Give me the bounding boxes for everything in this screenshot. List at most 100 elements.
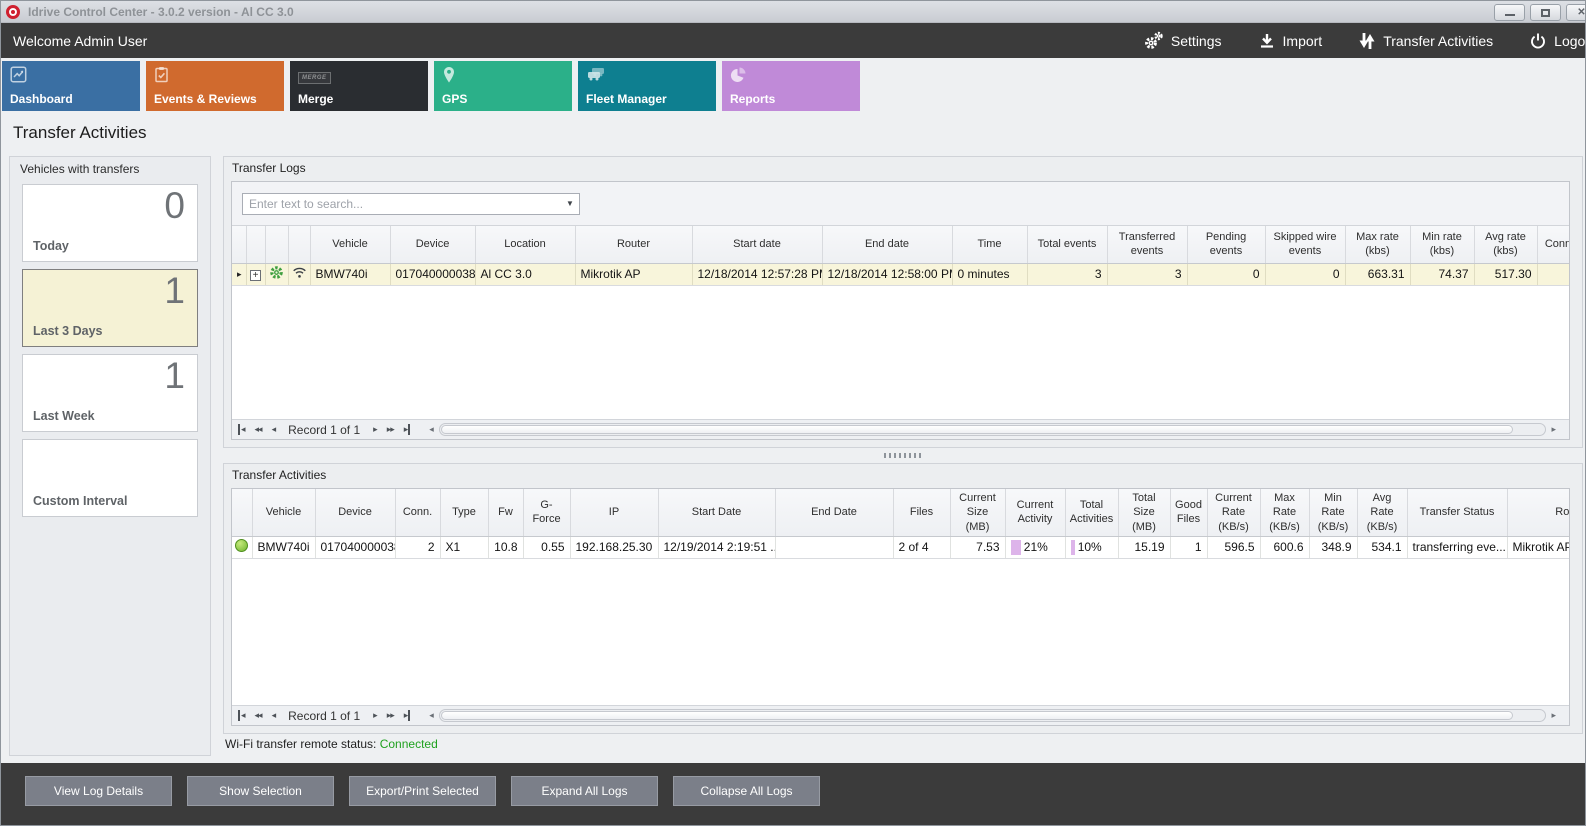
col-avg-rate[interactable]: Avg Rate (KB/s) [1357, 489, 1407, 536]
col-time[interactable]: Time [952, 226, 1027, 263]
scrollbar-thumb[interactable] [441, 711, 1514, 720]
interval-card-last-week[interactable]: 1 Last Week [22, 354, 198, 432]
prev-page-button[interactable]: ◂◂ [250, 424, 267, 435]
nav-tile-fleet-manager[interactable]: Fleet Manager [578, 61, 716, 111]
col-end-date[interactable]: End date [822, 226, 952, 263]
col-router[interactable]: Router [575, 226, 692, 263]
next-record-button[interactable]: ▸ [368, 424, 382, 435]
next-page-button[interactable]: ▸▸ [382, 424, 399, 435]
horizontal-scrollbar[interactable]: ◂ ▸ [424, 423, 1561, 436]
scroll-left-icon[interactable]: ◂ [424, 710, 439, 721]
next-record-button[interactable]: ▸ [368, 710, 382, 721]
nav-tile-events-reviews[interactable]: Events & Reviews [146, 61, 284, 111]
combo-dropdown-button[interactable]: ▼ [561, 199, 579, 208]
horizontal-scrollbar[interactable]: ◂ ▸ [424, 709, 1561, 722]
col-files[interactable]: Files [893, 489, 950, 536]
interval-card-custom-interval[interactable]: Custom Interval [22, 439, 198, 517]
col-max-rate[interactable]: Max Rate (KB/s) [1260, 489, 1309, 536]
transfer-activities-button[interactable]: Transfer Activities [1358, 31, 1493, 51]
col-vehicle[interactable]: Vehicle [252, 489, 315, 536]
scrollbar-track[interactable] [439, 423, 1547, 436]
wifi-transfer-status: Wi-Fi transfer remote status: Connected [225, 737, 438, 751]
col-device[interactable]: Device [390, 226, 475, 263]
cell-start-date: 12/19/2014 2:19:51 ... [658, 536, 775, 558]
col-vehicle[interactable]: Vehicle [310, 226, 390, 263]
expand-all-logs-button[interactable]: Expand All Logs [511, 776, 658, 806]
col-ip[interactable]: IP [570, 489, 658, 536]
col-g-force[interactable]: G-Force [523, 489, 570, 536]
col-type[interactable]: Type [440, 489, 488, 536]
col-end-date[interactable]: End Date [775, 489, 893, 536]
expand-icon[interactable]: + [250, 270, 261, 281]
minimize-button[interactable] [1494, 4, 1525, 21]
col-start-date[interactable]: Start Date [658, 489, 775, 536]
col-fw[interactable]: Fw [488, 489, 523, 536]
col-max-rate[interactable]: Max rate (kbs) [1345, 226, 1410, 263]
online-status-icon [235, 539, 248, 552]
col-location[interactable]: Location [475, 226, 575, 263]
logout-label: Logout [1554, 33, 1586, 49]
current-activity-progressbar: 21% [1011, 540, 1060, 555]
col-avg-rate[interactable]: Avg rate (kbs) [1474, 226, 1537, 263]
view-log-details-button[interactable]: View Log Details [25, 776, 172, 806]
next-page-button[interactable]: ▸▸ [382, 710, 399, 721]
scroll-left-icon[interactable]: ◂ [424, 424, 439, 435]
close-button[interactable]: ✕ [1566, 4, 1586, 21]
wifi-status-value: Connected [380, 737, 438, 751]
cell-fw: 10.8 [488, 536, 523, 558]
col-current-rate[interactable]: Current Rate (KB/s) [1207, 489, 1260, 536]
transfer-activity-row[interactable]: BMW740i 017040000038 2 X1 10.8 0.55 192.… [232, 536, 1570, 558]
panel-splitter[interactable] [223, 451, 1583, 460]
import-button[interactable]: Import [1258, 32, 1323, 50]
col-transfer-status[interactable]: Transfer Status [1407, 489, 1507, 536]
col-transferred-events[interactable]: Transferred events [1107, 226, 1187, 263]
prev-page-button[interactable]: ◂◂ [250, 710, 267, 721]
expand-cell[interactable]: + [246, 263, 265, 285]
interval-card-last-3-days[interactable]: 1 Last 3 Days [22, 269, 198, 347]
col-total-size[interactable]: Total Size (MB) [1118, 489, 1170, 536]
close-icon: ✕ [1577, 7, 1585, 18]
col-device[interactable]: Device [315, 489, 395, 536]
app-icon [6, 5, 20, 19]
maximize-button[interactable] [1530, 4, 1561, 21]
scrollbar-track[interactable] [439, 709, 1547, 722]
col-current-activity[interactable]: Current Activity [1005, 489, 1065, 536]
prev-record-button[interactable]: ◂ [267, 710, 281, 721]
col-min-rate[interactable]: Min rate (kbs) [1410, 226, 1474, 263]
transfer-activities-panel: Transfer Activities Vehicle Device Conn.… [223, 463, 1583, 734]
col-total-events[interactable]: Total events [1027, 226, 1107, 263]
scrollbar-thumb[interactable] [441, 425, 1514, 434]
col-current-size[interactable]: Current Size (MB) [950, 489, 1005, 536]
first-record-button[interactable]: ◂ [238, 710, 250, 721]
col-total-activities[interactable]: Total Activities [1065, 489, 1118, 536]
nav-tile-dashboard-label: Dashboard [10, 92, 73, 106]
col-min-rate[interactable]: Min Rate (KB/s) [1309, 489, 1357, 536]
prev-record-button[interactable]: ◂ [267, 424, 281, 435]
col-router[interactable]: Rout [1507, 489, 1570, 536]
nav-tile-dashboard[interactable]: Dashboard [2, 61, 140, 111]
search-input[interactable] [243, 197, 561, 211]
col-pending-events[interactable]: Pending events [1187, 226, 1265, 263]
last-record-button[interactable]: ▸ [399, 710, 411, 721]
transfer-log-row[interactable]: ▸ + BMW74 [232, 263, 1570, 285]
export-print-selected-button[interactable]: Export/Print Selected [349, 776, 496, 806]
settings-button[interactable]: Settings [1142, 31, 1222, 51]
col-skipped-wire-events[interactable]: Skipped wire events [1265, 226, 1345, 263]
interval-card-today[interactable]: 0 Today [22, 184, 198, 262]
col-conn[interactable]: Conn. [1537, 226, 1570, 263]
scroll-right-icon[interactable]: ▸ [1546, 710, 1561, 721]
col-start-date[interactable]: Start date [692, 226, 822, 263]
window-controls: ✕ [1494, 4, 1586, 21]
nav-tile-reports[interactable]: Reports [722, 61, 860, 111]
col-conn[interactable]: Conn. [395, 489, 440, 536]
transfer-logs-panel: Transfer Logs ▼ [223, 156, 1583, 448]
scroll-right-icon[interactable]: ▸ [1546, 424, 1561, 435]
last-record-button[interactable]: ▸ [399, 424, 411, 435]
collapse-all-logs-button[interactable]: Collapse All Logs [673, 776, 820, 806]
logout-button[interactable]: Logout [1529, 32, 1586, 50]
first-record-button[interactable]: ◂ [238, 424, 250, 435]
nav-tile-merge[interactable]: MERGE Merge [290, 61, 428, 111]
show-selection-button[interactable]: Show Selection [187, 776, 334, 806]
col-good-files[interactable]: Good Files [1170, 489, 1207, 536]
nav-tile-gps[interactable]: GPS [434, 61, 572, 111]
